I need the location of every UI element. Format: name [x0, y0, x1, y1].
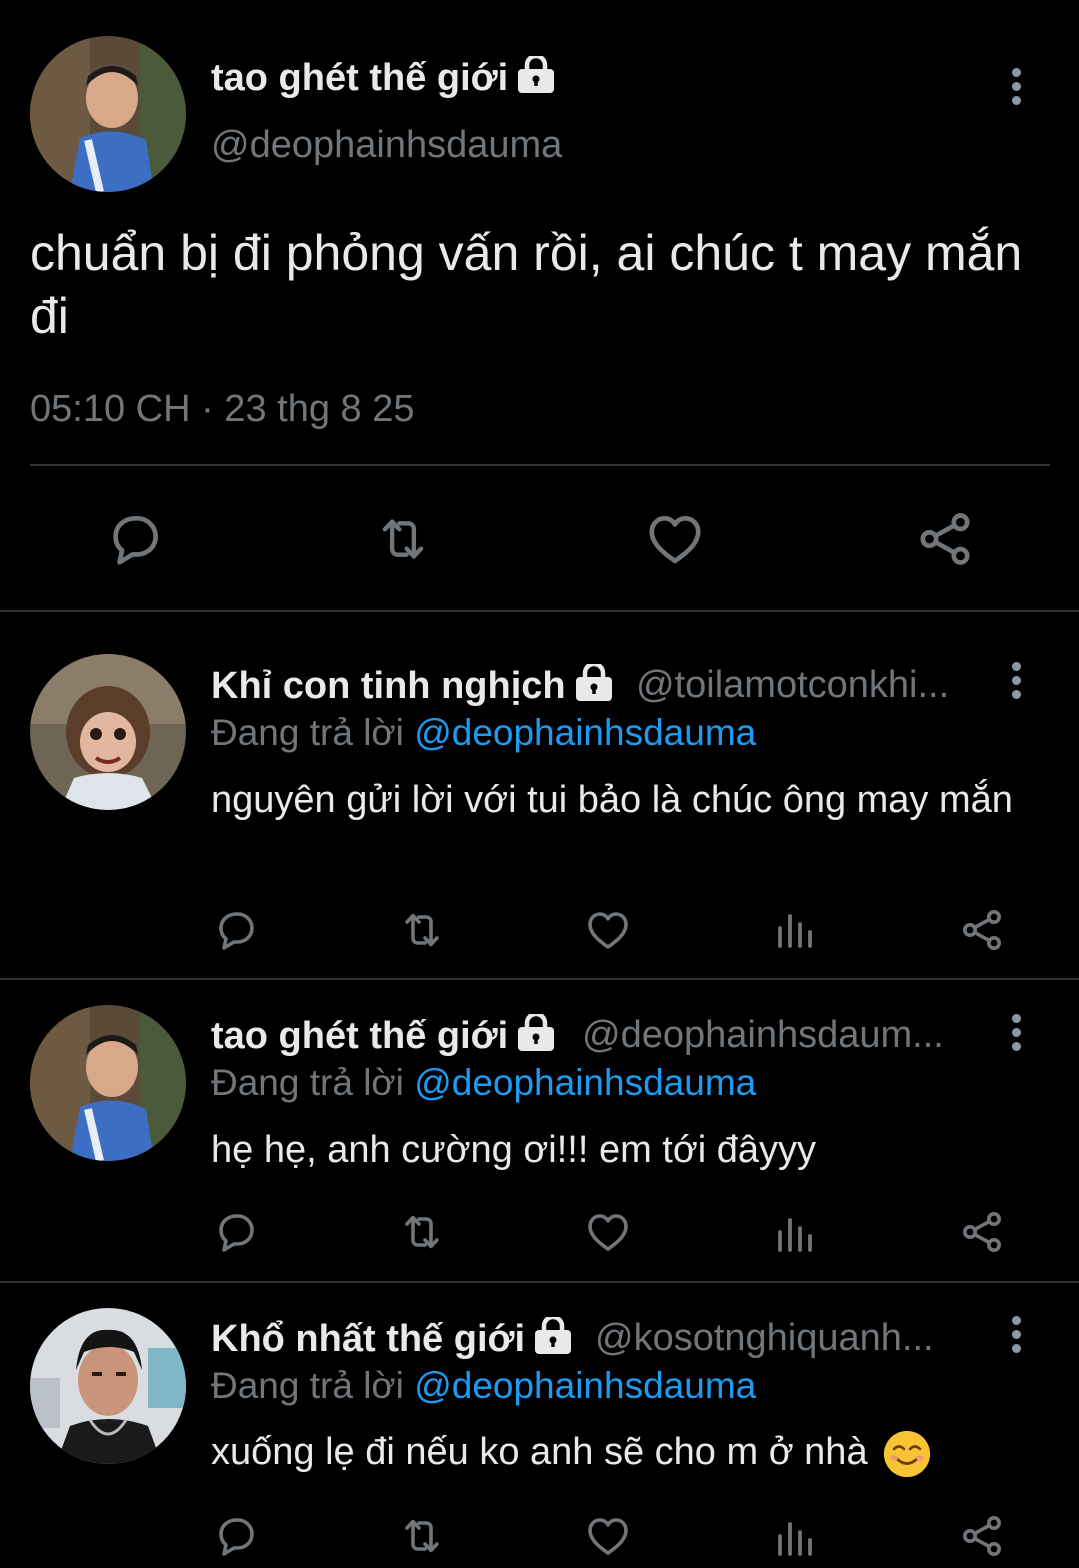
author-name[interactable]: Khỉ con tinh nghịch [211, 661, 614, 712]
reply-text: xuống lẹ đi nếu ko anh sẽ cho m ở nhà [211, 1428, 1051, 1477]
avatar[interactable] [30, 654, 186, 810]
share-icon[interactable] [958, 1208, 1006, 1256]
retweet-icon[interactable] [396, 906, 448, 954]
more-icon[interactable] [1006, 68, 1026, 108]
lock-icon [533, 1314, 573, 1365]
author-name-text[interactable]: tao ghét thế giới [211, 57, 508, 99]
tweet-text: chuẩn bị đi phỏng vấn rồi, ai chúc t may… [30, 225, 1023, 344]
retweet-icon[interactable] [396, 1512, 448, 1560]
like-icon[interactable] [584, 1208, 632, 1256]
views-icon[interactable] [772, 1210, 820, 1258]
reply-icon[interactable] [212, 1208, 260, 1256]
more-icon[interactable] [1006, 1014, 1026, 1054]
author-name[interactable]: tao ghét thế giới [211, 1011, 556, 1062]
more-icon[interactable] [1006, 662, 1026, 702]
replying-to-label: Đang trả lời [211, 1062, 415, 1103]
retweet-icon[interactable] [370, 510, 436, 568]
retweet-icon[interactable] [396, 1208, 448, 1256]
replying-to-mention[interactable]: @deophainhsdauma [414, 1062, 756, 1103]
author-name[interactable]: tao ghét thế giới [211, 53, 556, 104]
share-icon[interactable] [958, 906, 1006, 954]
lock-icon [516, 53, 556, 104]
views-icon[interactable] [772, 906, 820, 954]
author-name-text[interactable]: tao ghét thế giới [211, 1015, 508, 1057]
avatar[interactable] [30, 1308, 186, 1464]
views-icon[interactable] [772, 1514, 820, 1562]
share-icon[interactable] [914, 508, 976, 570]
like-icon[interactable] [584, 1512, 632, 1560]
like-icon[interactable] [644, 508, 706, 570]
replying-to: Đang trả lời @deophainhsdauma [211, 712, 756, 754]
reply-text: hẹ hẹ, anh cường ơi!!! em tới đâyyy [211, 1129, 817, 1171]
like-icon[interactable] [584, 906, 632, 954]
reply-text-content: xuống lẹ đi nếu ko anh sẽ cho m ở nhà [211, 1431, 868, 1473]
author-handle[interactable]: @deophainhsdauma [211, 124, 562, 167]
replying-to: Đang trả lời @deophainhsdauma [211, 1062, 756, 1104]
smiling-face-emoji [884, 1430, 931, 1477]
replying-to-label: Đang trả lời [211, 1365, 415, 1406]
replying-to-mention[interactable]: @deophainhsdauma [414, 712, 756, 753]
replying-to-mention[interactable]: @deophainhsdauma [414, 1365, 756, 1406]
reply-icon[interactable] [212, 1512, 260, 1560]
divider [0, 610, 1079, 612]
author-handle[interactable]: @toilamotconkhi... [636, 664, 949, 707]
tweet-timestamp[interactable]: 05:10 CH · 23 thg 8 25 [30, 388, 414, 431]
lock-icon [516, 1011, 556, 1062]
avatar[interactable] [30, 36, 186, 192]
divider [30, 464, 1050, 466]
author-name-text[interactable]: Khổ nhất thế giới [211, 1318, 525, 1360]
replying-to: Đang trả lời @deophainhsdauma [211, 1365, 756, 1407]
divider [0, 1281, 1079, 1283]
more-icon[interactable] [1006, 1316, 1026, 1356]
author-name-text[interactable]: Khỉ con tinh nghịch [211, 665, 566, 707]
author-handle[interactable]: @deophainhsdaum... [582, 1014, 944, 1057]
divider [0, 978, 1079, 980]
reply-icon[interactable] [212, 906, 260, 954]
reply-icon[interactable] [104, 508, 166, 570]
lock-icon [574, 661, 614, 712]
replying-to-label: Đang trả lời [211, 712, 415, 753]
author-name[interactable]: Khổ nhất thế giới [211, 1314, 573, 1365]
reply-text: nguyên gửi lời với tui bảo là chúc ông m… [211, 779, 1013, 821]
share-icon[interactable] [958, 1512, 1006, 1560]
author-handle[interactable]: @kosotnghiquanh... [595, 1317, 934, 1360]
avatar[interactable] [30, 1005, 186, 1161]
